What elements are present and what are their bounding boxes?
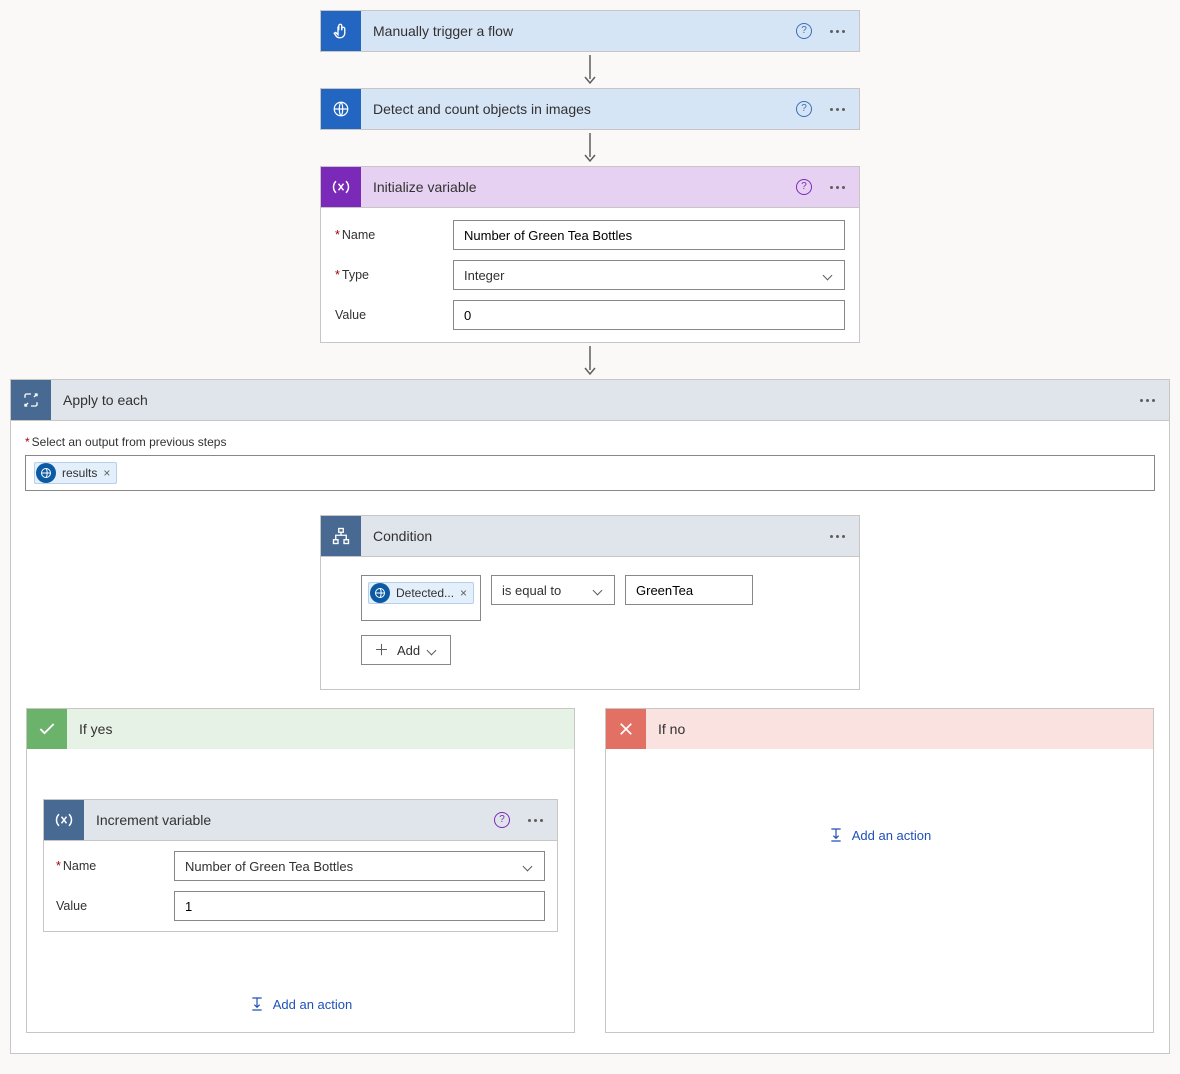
step-header[interactable]: Condition bbox=[321, 516, 859, 556]
add-condition-button[interactable]: ＋ Add bbox=[361, 635, 451, 665]
step-title: Increment variable bbox=[84, 812, 494, 828]
add-action-button[interactable]: Add an action bbox=[622, 827, 1137, 843]
step-title: Condition bbox=[361, 528, 826, 544]
arrow-icon bbox=[0, 343, 1180, 379]
more-icon[interactable] bbox=[826, 531, 849, 542]
more-icon[interactable] bbox=[1136, 395, 1159, 406]
branch-title: If yes bbox=[67, 721, 112, 737]
step-body: Select an output from previous steps res… bbox=[11, 420, 1169, 1053]
branch-if-no: If no Add an action bbox=[605, 708, 1154, 1033]
add-label: Add bbox=[397, 643, 420, 658]
type-value: Integer bbox=[464, 268, 504, 283]
name-select[interactable]: Number of Green Tea Bottles bbox=[174, 851, 545, 881]
more-icon[interactable] bbox=[524, 815, 547, 826]
token-results[interactable]: results × bbox=[34, 462, 117, 484]
step-apply-to-each[interactable]: Apply to each Select an output from prev… bbox=[10, 379, 1170, 1054]
ai-icon bbox=[321, 89, 361, 129]
help-icon[interactable]: ? bbox=[494, 812, 510, 828]
step-title: Apply to each bbox=[51, 392, 1136, 408]
type-label: Type bbox=[335, 268, 453, 282]
step-detect[interactable]: Detect and count objects in images ? bbox=[320, 88, 860, 130]
condition-branches: If yes Increment variable ? bbox=[26, 708, 1154, 1033]
step-header[interactable]: Initialize variable ? bbox=[321, 167, 859, 207]
condition-lhs[interactable]: Detected... × bbox=[361, 575, 481, 621]
step-header[interactable]: Increment variable ? bbox=[44, 800, 557, 840]
branch-header[interactable]: If yes bbox=[27, 709, 574, 749]
help-icon[interactable]: ? bbox=[796, 23, 812, 39]
touch-icon bbox=[321, 11, 361, 51]
ai-token-icon bbox=[370, 583, 390, 603]
name-label: Name bbox=[56, 859, 174, 873]
branch-if-yes: If yes Increment variable ? bbox=[26, 708, 575, 1033]
value-label: Value bbox=[56, 899, 174, 913]
ai-token-icon bbox=[36, 463, 56, 483]
step-title: Manually trigger a flow bbox=[361, 23, 796, 39]
branch-title: If no bbox=[646, 721, 685, 737]
variable-icon bbox=[44, 800, 84, 840]
name-label: Name bbox=[335, 228, 453, 242]
value-input[interactable] bbox=[174, 891, 545, 921]
chevron-down-icon bbox=[823, 270, 833, 280]
step-header[interactable]: Manually trigger a flow ? bbox=[321, 11, 859, 51]
more-icon[interactable] bbox=[826, 104, 849, 115]
loop-icon bbox=[11, 380, 51, 420]
name-input[interactable] bbox=[453, 220, 845, 250]
value-input[interactable] bbox=[453, 300, 845, 330]
name-value: Number of Green Tea Bottles bbox=[185, 859, 353, 874]
condition-operator[interactable]: is equal to bbox=[491, 575, 615, 605]
token-label: results bbox=[62, 466, 97, 480]
type-select[interactable]: Integer bbox=[453, 260, 845, 290]
step-condition[interactable]: Condition Detected... × bbox=[320, 515, 860, 690]
step-trigger[interactable]: Manually trigger a flow ? bbox=[320, 10, 860, 52]
flow-canvas: Manually trigger a flow ? Detect and cou… bbox=[0, 0, 1180, 1074]
add-action-label: Add an action bbox=[273, 997, 353, 1012]
condition-icon bbox=[321, 516, 361, 556]
step-body: Name Number of Green Tea Bottles Value bbox=[44, 840, 557, 931]
add-action-button[interactable]: Add an action bbox=[43, 996, 558, 1012]
check-icon bbox=[27, 709, 67, 749]
step-initialize-variable[interactable]: Initialize variable ? Name Type Integer … bbox=[320, 166, 860, 343]
operator-value: is equal to bbox=[502, 583, 561, 598]
value-label: Value bbox=[335, 308, 453, 322]
token-label: Detected... bbox=[396, 586, 454, 600]
chevron-down-icon bbox=[593, 585, 603, 595]
branch-header[interactable]: If no bbox=[606, 709, 1153, 749]
close-icon[interactable]: × bbox=[460, 586, 467, 600]
step-increment-variable[interactable]: Increment variable ? Name bbox=[43, 799, 558, 932]
step-title: Initialize variable bbox=[361, 179, 796, 195]
close-icon[interactable]: × bbox=[103, 466, 110, 480]
help-icon[interactable]: ? bbox=[796, 179, 812, 195]
arrow-icon bbox=[0, 130, 1180, 166]
step-header[interactable]: Detect and count objects in images ? bbox=[321, 89, 859, 129]
condition-body: Detected... × is equal to ＋ Add bbox=[321, 556, 859, 689]
step-header[interactable]: Apply to each bbox=[11, 380, 1169, 420]
output-token-field[interactable]: results × bbox=[25, 455, 1155, 491]
step-title: Detect and count objects in images bbox=[361, 101, 796, 117]
chevron-down-icon bbox=[427, 645, 437, 655]
variable-icon bbox=[321, 167, 361, 207]
select-output-label: Select an output from previous steps bbox=[25, 435, 1155, 449]
arrow-icon bbox=[0, 52, 1180, 88]
token-detected[interactable]: Detected... × bbox=[368, 582, 474, 604]
step-body: Name Type Integer Value bbox=[321, 207, 859, 342]
more-icon[interactable] bbox=[826, 182, 849, 193]
help-icon[interactable]: ? bbox=[796, 101, 812, 117]
close-icon bbox=[606, 709, 646, 749]
more-icon[interactable] bbox=[826, 26, 849, 37]
condition-rhs[interactable] bbox=[625, 575, 753, 605]
plus-icon: ＋ bbox=[374, 643, 389, 658]
add-action-label: Add an action bbox=[852, 828, 932, 843]
chevron-down-icon bbox=[523, 861, 533, 871]
